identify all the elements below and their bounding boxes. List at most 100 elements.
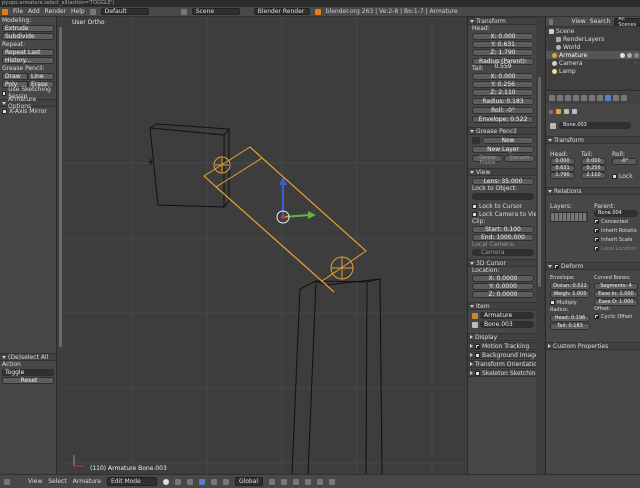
mode-selector[interactable]: Edit Mode (106, 477, 157, 486)
scene-selector[interactable]: Scene (191, 8, 240, 15)
lock-cursor-checkbox[interactable] (472, 203, 477, 209)
local-location-checkbox[interactable] (594, 246, 599, 251)
outliner-row-renderlayers[interactable]: RenderLayers (546, 35, 640, 43)
envelope-weight-field[interactable]: Weigh: 1.000 (550, 291, 590, 298)
cursor-y-field[interactable]: Y: 0.0000 (472, 283, 534, 290)
screen-layout-icon[interactable] (89, 8, 96, 15)
lock-camera-checkbox[interactable] (472, 211, 477, 217)
lock-object-field[interactable] (472, 193, 534, 200)
outliner-editor-icon[interactable] (549, 18, 554, 25)
roll-field[interactable]: Roll: -0° (472, 107, 534, 114)
modifiers-tab-icon[interactable] (589, 95, 595, 101)
xaxis-mirror-checkbox[interactable] (2, 108, 7, 114)
connected-option[interactable]: Connected (594, 217, 638, 226)
layer-button-icon[interactable] (280, 478, 287, 485)
select-menu[interactable]: Select (48, 478, 67, 485)
action-dropdown[interactable]: Toggle (2, 369, 54, 376)
relations-header[interactable]: Relations (546, 187, 640, 195)
transform-manipulator[interactable] (276, 177, 316, 224)
convert-button[interactable]: Convert (504, 155, 535, 162)
motion-tracking-panel-header[interactable]: Motion Tracking (468, 342, 544, 350)
outliner-row-armature[interactable]: Armature (546, 51, 640, 59)
texture-tab-icon[interactable] (621, 95, 627, 101)
head-z-field[interactable]: Z: 1.790 (472, 49, 534, 56)
deform-header[interactable]: Deform (546, 262, 640, 270)
background-images-panel-header[interactable]: Background Images (468, 351, 544, 359)
translate-manipulator-icon[interactable] (198, 478, 205, 485)
tail-y-field[interactable]: Y: 0.256 (472, 81, 534, 88)
inherit-scale-checkbox[interactable] (594, 237, 599, 242)
parent-field[interactable]: Bone.004 (594, 210, 638, 217)
pin-icon[interactable] (549, 109, 553, 114)
envelope-field[interactable]: Envelope: 0.522 (472, 116, 534, 123)
bone-tab-icon[interactable] (605, 95, 611, 101)
outliner-row-lamp[interactable]: Lamp (546, 67, 640, 75)
outliner-search-menu[interactable]: Search (590, 18, 611, 25)
radius-field[interactable]: Radius: 0.183 (472, 98, 534, 105)
inherit-rotation-option[interactable]: Inherit Rotatio (594, 226, 638, 235)
scene-icon[interactable] (180, 8, 187, 15)
prop-roll-field[interactable]: -0° (612, 158, 637, 165)
menu-help[interactable]: Help (71, 8, 85, 15)
prop-head-z[interactable]: 1.790 (550, 172, 575, 179)
lock-option[interactable]: Lock (612, 172, 637, 180)
prop-tail-y[interactable]: 0.256 (581, 165, 606, 172)
multiply-checkbox[interactable] (550, 300, 555, 305)
layer-button-icon[interactable] (268, 478, 275, 485)
reset-button[interactable]: Reset (2, 377, 54, 384)
outliner-row-scene[interactable]: Scene (546, 27, 640, 35)
view-menu[interactable]: View (28, 478, 42, 485)
repeat-last-button[interactable]: Repeat Last (2, 49, 54, 56)
display-panel-header[interactable]: Display (468, 333, 544, 341)
radius-tail-field[interactable]: Tail: 0.183 (550, 323, 590, 330)
render-preview-icon[interactable] (328, 478, 335, 485)
motion-tracking-checkbox[interactable] (475, 343, 480, 349)
radius-parent-field[interactable]: Radius (Parent): 0.559 (472, 58, 534, 70)
properties-region-scrollbar[interactable] (536, 17, 544, 474)
ease-out-field[interactable]: Ease O: 1.000 (594, 299, 638, 306)
skeleton-sketching-checkbox[interactable] (475, 370, 480, 376)
bone-name-field[interactable]: Bone.003 (559, 122, 631, 129)
armature-menu[interactable]: Armature (73, 478, 101, 485)
prop-head-y[interactable]: 0.631 (550, 165, 575, 172)
3d-viewport[interactable]: User Ortho (110) Armature Bone.003 (64, 17, 467, 474)
armature-options-header[interactable]: Armature Options (0, 96, 56, 110)
selectable-cursor-icon[interactable] (627, 52, 632, 58)
line-button[interactable]: Line (28, 73, 54, 80)
data-tab-icon[interactable] (597, 95, 603, 101)
snap-element-icon[interactable] (304, 478, 311, 485)
extrude-button[interactable]: Extrude (2, 25, 54, 32)
lock-camera-option[interactable]: Lock Camera to View (468, 210, 544, 218)
object-tab-icon[interactable] (573, 95, 579, 101)
local-camera-field[interactable]: Camera (472, 249, 534, 256)
menu-render[interactable]: Render (45, 8, 66, 15)
use-sketching-checkbox[interactable] (2, 90, 7, 96)
prop-tail-z[interactable]: 2.110 (581, 172, 606, 179)
inherit-rotation-checkbox[interactable] (594, 228, 599, 233)
3d-cursor-panel-header[interactable]: 3D Cursor (468, 259, 544, 267)
ease-in-field[interactable]: Ease In: 1.000 (594, 291, 638, 298)
head-x-field[interactable]: X: 0.000 (472, 33, 534, 40)
inherit-scale-option[interactable]: Inherit Scale (594, 235, 638, 244)
outliner-filter[interactable]: All Scenes (614, 17, 640, 28)
subdivide-button[interactable]: Subdivide (2, 33, 54, 40)
grease-pencil-panel-header[interactable]: Grease Pencil (468, 127, 544, 135)
lens-field[interactable]: Lens: 35.000 (472, 178, 534, 185)
view-panel-header[interactable]: View (468, 168, 544, 176)
new-grease-button[interactable]: New (482, 137, 534, 144)
tail-x-field[interactable]: X: 0.000 (472, 73, 534, 80)
connected-checkbox[interactable] (594, 219, 599, 224)
lock-cursor-option[interactable]: Lock to Cursor (468, 202, 544, 210)
bone-constraints-tab-icon[interactable] (613, 95, 619, 101)
skeleton-sketching-panel-header[interactable]: Skeleton Sketching (468, 369, 544, 377)
tool-shelf-scrollbar[interactable] (57, 17, 64, 474)
viewport-canvas[interactable] (64, 17, 467, 474)
background-images-checkbox[interactable] (475, 352, 480, 358)
viewport-shading-icon[interactable] (162, 478, 169, 485)
lock-checkbox[interactable] (612, 173, 617, 179)
clip-end-field[interactable]: End: 1000.000 (472, 234, 534, 241)
proportional-edit-icon[interactable] (316, 478, 323, 485)
cyclic-offset-checkbox[interactable] (594, 314, 599, 319)
custom-properties-header[interactable]: Custom Properties (546, 342, 640, 350)
outliner-row-camera[interactable]: Camera ✕ (546, 59, 640, 67)
